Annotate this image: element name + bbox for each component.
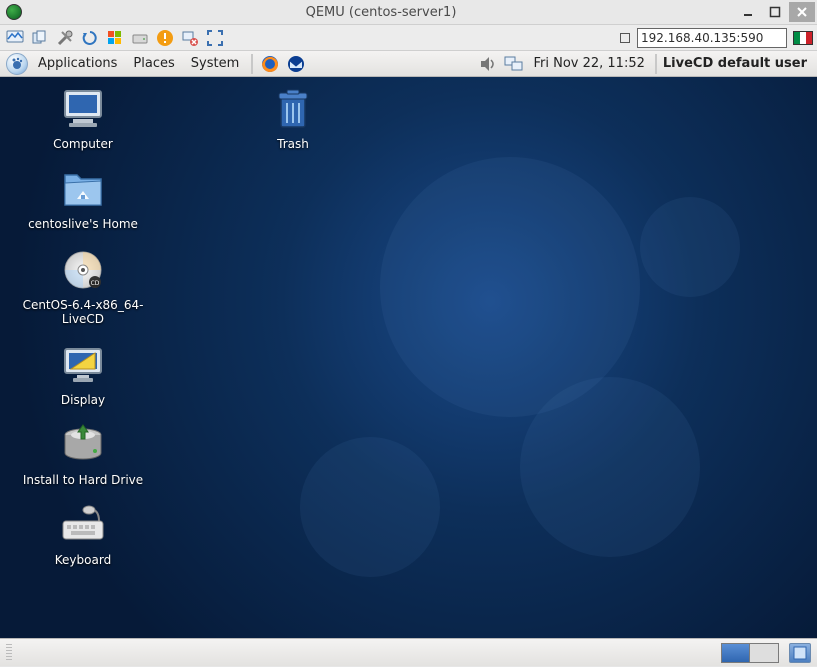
computer-icon — [59, 85, 107, 133]
fullscreen-icon[interactable] — [204, 27, 226, 49]
volume-icon[interactable] — [477, 53, 499, 75]
gnome-bottom-panel — [0, 638, 817, 666]
workspace-switcher[interactable] — [721, 643, 779, 663]
gnome-top-panel: Applications Places System Fri Nov 22, 1… — [0, 51, 817, 77]
qemu-emblem-icon — [6, 4, 22, 20]
workspace-2[interactable] — [750, 644, 778, 662]
label: Display — [61, 393, 105, 407]
folder-home-icon — [59, 165, 107, 213]
label: centoslive's Home — [28, 217, 138, 231]
svg-text:CD: CD — [91, 280, 100, 287]
label: Trash — [277, 137, 309, 151]
user-label[interactable]: LiveCD default user — [663, 56, 811, 71]
gnome-foot-icon[interactable] — [6, 53, 28, 75]
separator — [251, 54, 253, 74]
trash-icon — [269, 85, 317, 133]
drive-icon[interactable] — [129, 27, 151, 49]
desktop-icon-trash[interactable]: Trash — [218, 85, 368, 151]
workspace-1[interactable] — [722, 644, 750, 662]
window-titlebar: QEMU (centos-server1) — [0, 0, 817, 25]
tools-icon[interactable] — [54, 27, 76, 49]
thunderbird-icon[interactable] — [285, 53, 307, 75]
hard-drive-icon — [59, 421, 107, 469]
desktop[interactable]: Computer centoslive's Home CD CentOS-6.4… — [0, 77, 817, 638]
firefox-icon[interactable] — [259, 53, 281, 75]
desktop-icon-keyboard[interactable]: Keyboard — [8, 501, 158, 567]
display-icon — [59, 341, 107, 389]
window-title: QEMU (centos-server1) — [28, 5, 734, 20]
menu-applications[interactable]: Applications — [32, 54, 123, 73]
desktop-icon-display[interactable]: Display — [8, 341, 158, 407]
keyboard-icon — [59, 501, 107, 549]
flag-italy-icon[interactable] — [793, 31, 813, 45]
label: CentOS-6.4-x86_64- LiveCD — [23, 298, 144, 327]
label: Install to Hard Drive — [23, 473, 143, 487]
separator — [655, 54, 657, 74]
qemu-toolbar: 192.168.40.135:590 — [0, 25, 817, 51]
network-close-icon[interactable] — [179, 27, 201, 49]
disc-icon: CD — [59, 246, 107, 294]
menu-places[interactable]: Places — [127, 54, 180, 73]
maximize-button[interactable] — [762, 2, 788, 22]
close-button[interactable] — [789, 2, 815, 22]
label: Keyboard — [55, 553, 111, 567]
desktop-icon-home[interactable]: centoslive's Home — [8, 165, 158, 231]
desktop-icon-install[interactable]: Install to Hard Drive — [8, 421, 158, 487]
panel-handle-icon[interactable] — [6, 644, 12, 662]
indicator-icon — [620, 33, 630, 43]
monitor-icon[interactable] — [4, 27, 26, 49]
network-icon[interactable] — [503, 53, 525, 75]
alert-icon[interactable] — [154, 27, 176, 49]
ip-address-field[interactable]: 192.168.40.135:590 — [637, 28, 787, 48]
windows-logo-icon[interactable] — [104, 27, 126, 49]
clock[interactable]: Fri Nov 22, 11:52 — [529, 56, 648, 71]
ip-text: 192.168.40.135:590 — [641, 31, 763, 45]
desktop-icon-livecd[interactable]: CD CentOS-6.4-x86_64- LiveCD — [8, 246, 158, 327]
show-desktop-button[interactable] — [789, 643, 811, 663]
label: Computer — [53, 137, 113, 151]
refresh-icon[interactable] — [79, 27, 101, 49]
minimize-button[interactable] — [735, 2, 761, 22]
copy-icon[interactable] — [29, 27, 51, 49]
menu-system[interactable]: System — [185, 54, 245, 73]
desktop-icon-computer[interactable]: Computer — [8, 85, 158, 151]
